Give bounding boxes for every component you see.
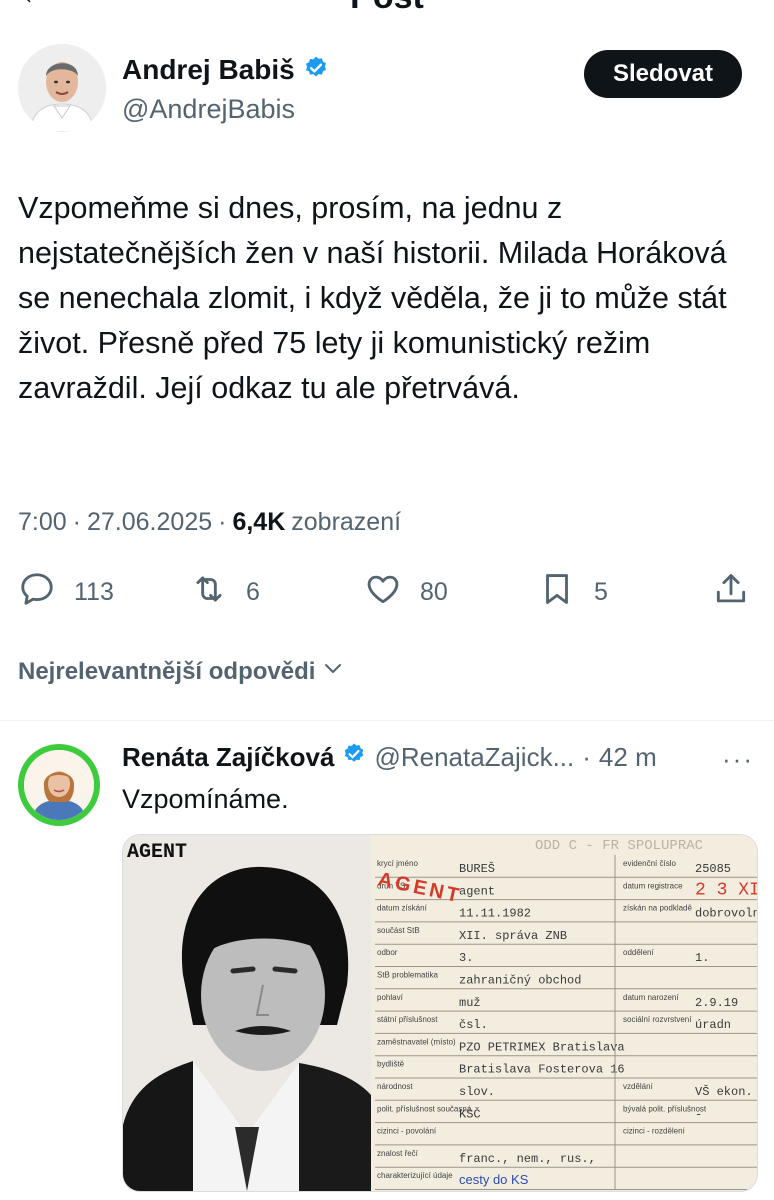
verified-badge-icon	[303, 55, 329, 86]
post-time[interactable]: 7:00	[18, 508, 67, 537]
corner-label: AGENT	[127, 841, 187, 864]
card-field-label: součást StB	[377, 926, 420, 935]
card-field-value: franc., nem., rus.,	[459, 1152, 596, 1166]
card-field-label: oddělení	[623, 948, 654, 957]
author-name-row: Andrej Babiš	[122, 54, 329, 86]
card-field-label: cizinci - rozdělení	[623, 1127, 686, 1136]
reply-count: 113	[74, 578, 114, 606]
card-field-label: zaměstnavatel (místo)	[377, 1037, 456, 1046]
card-field-label: datum narození	[623, 993, 679, 1002]
post-date[interactable]: 27.06.2025	[87, 508, 212, 537]
card-field-value: agent	[459, 884, 495, 898]
reply-author-name[interactable]: Renáta Zajíčková	[122, 742, 334, 773]
reply-icon	[18, 570, 56, 615]
reply-media-image[interactable]: AGENT ODD C - FR SPOLUPRAC krycí jméno BU…	[122, 834, 758, 1192]
share-action[interactable]	[712, 570, 750, 615]
card-field-value: 2.9.19	[695, 996, 738, 1010]
chevron-down-icon	[321, 656, 345, 687]
meta-separator: ·	[218, 508, 227, 536]
reply-text: Vzpomínáme.	[122, 784, 289, 814]
reply-author-handle[interactable]: @RenataZajick...	[374, 742, 574, 773]
reply-action[interactable]: 113	[18, 570, 114, 615]
follow-button[interactable]: Sledovat	[584, 50, 742, 98]
like-count: 80	[420, 578, 448, 606]
share-icon	[712, 570, 750, 615]
post-meta: 7:00 · 27.06.2025 · 6,4K zobrazení	[18, 508, 401, 537]
card-field-value: BUREŠ	[459, 861, 495, 876]
more-options-icon[interactable]: ···	[722, 744, 754, 775]
reply-header: Renáta Zajíčková @RenataZajick... · 42 m	[122, 742, 762, 773]
card-field-label: datum získání	[377, 904, 428, 913]
card-top-stamp: ODD C - FR SPOLUPRAC	[535, 838, 703, 854]
card-field-value: VŠ ekon.	[695, 1084, 753, 1099]
repost-action[interactable]: 6	[190, 570, 260, 615]
card-field-value: 11.11.1982	[459, 907, 531, 921]
card-field-value: 25085	[695, 862, 731, 876]
card-field-label: sociální rozvrstvení	[623, 1015, 692, 1024]
card-field-value: slov.	[459, 1085, 495, 1099]
card-field-label: datum registrace	[623, 881, 683, 890]
author-avatar[interactable]	[18, 44, 106, 132]
meta-separator: ·	[72, 508, 81, 536]
card-field-value: PZO PETRIMEX Bratislava	[459, 1040, 625, 1054]
card-field-value: muž	[459, 996, 481, 1010]
top-bar: ← Post	[0, 0, 774, 17]
post-text: Vzpomeňme si dnes, prosím, na jednu z ne…	[18, 191, 727, 405]
card-field-value: 1.	[695, 951, 709, 965]
card-field-label: polit. příslušnost současná	[377, 1104, 472, 1113]
card-field-value: XII. správa ZNB	[459, 929, 567, 943]
card-field-label: cizinci - povolání	[377, 1127, 437, 1136]
verified-badge-icon	[342, 742, 366, 773]
repost-count: 6	[246, 578, 260, 606]
reply-avatar[interactable]	[18, 744, 100, 826]
card-field-value: cesty do KS	[459, 1172, 529, 1187]
page-title: Post	[0, 0, 774, 17]
card-field-label: bydliště	[377, 1060, 405, 1069]
card-field-value: zahraničný obchod	[459, 974, 581, 988]
card-field-value: úradn	[695, 1018, 731, 1032]
author-handle[interactable]: @AndrejBabis	[122, 94, 295, 125]
view-count: 6,4K	[232, 508, 286, 536]
card-field-label: odbor	[377, 948, 398, 957]
card-field-value: -	[695, 1107, 702, 1121]
divider	[0, 720, 774, 721]
heart-icon	[364, 570, 402, 615]
card-field-value: 2 3 XI 198	[695, 880, 757, 900]
author-name[interactable]: Andrej Babiš	[122, 54, 295, 86]
card-field-label: pohlaví	[377, 993, 404, 1002]
card-field-label: evidenční číslo	[623, 859, 676, 868]
bookmark-icon	[538, 570, 576, 615]
card-field-value: 3.	[459, 951, 473, 965]
replies-sort-selector[interactable]: Nejrelevantnější odpovědi	[18, 656, 345, 687]
card-field-label: StB problematika	[377, 971, 438, 980]
bookmark-action[interactable]: 5	[538, 570, 608, 615]
replies-sort-label: Nejrelevantnější odpovědi	[18, 657, 316, 685]
view-label: zobrazení	[291, 508, 402, 536]
card-field-label: národnost	[377, 1082, 413, 1091]
card-field-label: krycí jméno	[377, 859, 418, 868]
card-field-value: KSČ	[459, 1106, 481, 1121]
card-field-value: Bratislava Fosterova 16	[459, 1063, 625, 1077]
meta-separator: ·	[582, 742, 591, 772]
reply-time[interactable]: 42 m	[599, 742, 657, 773]
card-field-label: vzdělání	[623, 1082, 654, 1091]
card-field-value: dobrovolnos	[695, 907, 757, 921]
card-field-label: charakterizující údaje	[377, 1171, 453, 1180]
like-action[interactable]: 80	[364, 570, 448, 615]
bookmark-count: 5	[594, 578, 608, 606]
card-field-label: státní příslušnost	[377, 1015, 438, 1024]
card-field-label: získán na podkladě	[623, 904, 692, 913]
post-actions: 113 6 80 5	[0, 570, 774, 620]
card-field-label: znalost řečí	[377, 1149, 419, 1158]
repost-icon	[190, 570, 228, 615]
card-field-value: čsl.	[459, 1018, 488, 1032]
